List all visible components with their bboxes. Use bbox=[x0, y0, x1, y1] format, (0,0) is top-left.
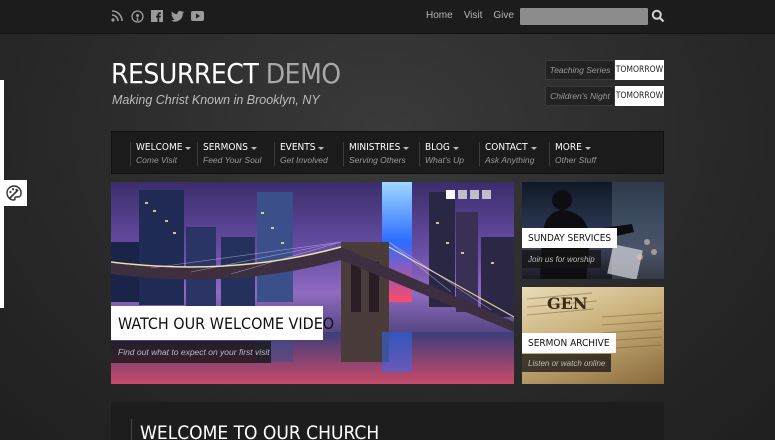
nav-item-title: BLOG bbox=[425, 142, 450, 153]
book-title-text: GEN bbox=[547, 294, 587, 313]
highlight-date: TOMORROW bbox=[615, 60, 664, 80]
nav-item-blog[interactable]: BLOG What's Up bbox=[419, 142, 464, 166]
nav-item-sermons[interactable]: SERMONS Feed Your Soul bbox=[197, 142, 261, 166]
slide-subtitle: Find out what to expect on your first vi… bbox=[111, 341, 271, 363]
slider-pagination bbox=[446, 190, 491, 199]
facebook-icon[interactable] bbox=[150, 9, 164, 23]
social-links bbox=[110, 9, 204, 23]
box-subtitle: Listen or watch online bbox=[522, 354, 612, 372]
nav-item-subtitle: Other Stuff bbox=[555, 155, 597, 165]
box-title: SERMON ARCHIVE bbox=[522, 333, 616, 353]
search-icon[interactable] bbox=[651, 9, 665, 23]
nav-item-subtitle: Feed Your Soul bbox=[203, 155, 262, 165]
twitter-icon[interactable] bbox=[170, 9, 184, 23]
top-link-home[interactable]: Home bbox=[426, 10, 453, 21]
nav-item-title: SERMONS bbox=[203, 142, 248, 153]
podcast-icon[interactable] bbox=[130, 9, 144, 23]
nav-item-title: MINISTRIES bbox=[349, 142, 401, 153]
nav-item-subtitle: Serving Others bbox=[349, 155, 406, 165]
chevron-down-icon bbox=[584, 146, 591, 150]
box-subtitle: Join us for worship bbox=[522, 250, 601, 268]
nav-item-subtitle: Ask Anything bbox=[485, 155, 535, 165]
box-title: SUNDAY SERVICES bbox=[522, 228, 618, 248]
site-tagline: Making Christ Known in Brooklyn, NY bbox=[112, 93, 320, 107]
highlight-box-sunday-services[interactable]: SUNDAY SERVICES Join us for worship bbox=[522, 182, 664, 279]
main-nav: WELCOME Come Visit SERMONS Feed Your Sou… bbox=[111, 131, 664, 174]
highlight-date: TOMORROW bbox=[615, 86, 664, 106]
logo-main: RESURRECT bbox=[111, 57, 259, 90]
chevron-down-icon bbox=[403, 146, 410, 150]
chevron-down-icon bbox=[185, 146, 192, 150]
nav-item-subtitle: Get Involved bbox=[280, 155, 328, 165]
palette-icon[interactable] bbox=[0, 180, 27, 206]
chevron-down-icon bbox=[250, 146, 257, 150]
section-heading: WELCOME TO OUR CHURCH bbox=[131, 419, 379, 440]
youtube-icon[interactable] bbox=[190, 9, 204, 23]
top-links: Home Visit Give bbox=[426, 10, 514, 21]
highlight-label: Teaching Series bbox=[545, 60, 615, 80]
slider-dot[interactable] bbox=[446, 190, 455, 199]
slider-dot[interactable] bbox=[470, 190, 479, 199]
slider-dot[interactable] bbox=[458, 190, 467, 199]
top-link-visit[interactable]: Visit bbox=[464, 10, 483, 21]
nav-item-subtitle: Come Visit bbox=[136, 155, 177, 165]
nav-item-ministries[interactable]: MINISTRIES Serving Others bbox=[343, 142, 410, 166]
header-highlight-teaching-series[interactable]: Teaching Series TOMORROW bbox=[545, 60, 664, 80]
nav-item-title: CONTACT bbox=[485, 142, 528, 153]
nav-item-welcome[interactable]: WELCOME Come Visit bbox=[130, 142, 192, 166]
slider-dot[interactable] bbox=[482, 190, 491, 199]
nav-item-subtitle: What's Up bbox=[425, 155, 464, 165]
highlight-label: Children's Night bbox=[545, 86, 615, 106]
header-highlight-childrens-night[interactable]: Children's Night TOMORROW bbox=[545, 86, 664, 106]
site-logo[interactable]: RESURRECT DEMO bbox=[111, 58, 341, 90]
rss-icon[interactable] bbox=[110, 9, 124, 23]
search-input[interactable] bbox=[520, 8, 648, 25]
nav-item-title: EVENTS bbox=[280, 142, 316, 153]
top-bar: Home Visit Give bbox=[0, 0, 775, 34]
chevron-down-icon bbox=[318, 146, 325, 150]
top-link-give[interactable]: Give bbox=[493, 10, 514, 21]
chevron-down-icon bbox=[530, 146, 537, 150]
nav-item-events[interactable]: EVENTS Get Involved bbox=[274, 142, 328, 166]
nav-item-contact[interactable]: CONTACT Ask Anything bbox=[479, 142, 537, 166]
chevron-down-icon bbox=[452, 146, 459, 150]
slide-title[interactable]: WATCH OUR WELCOME VIDEO bbox=[111, 306, 334, 340]
nav-item-title: WELCOME bbox=[136, 142, 183, 153]
logo-accent: DEMO bbox=[265, 57, 341, 90]
highlight-box-sermon-archive[interactable]: GEN SERMON ARCHIVE Listen or watch onlin… bbox=[522, 287, 664, 384]
nav-item-title: MORE bbox=[555, 142, 582, 153]
nav-item-more[interactable]: MORE Other Stuff bbox=[549, 142, 596, 166]
